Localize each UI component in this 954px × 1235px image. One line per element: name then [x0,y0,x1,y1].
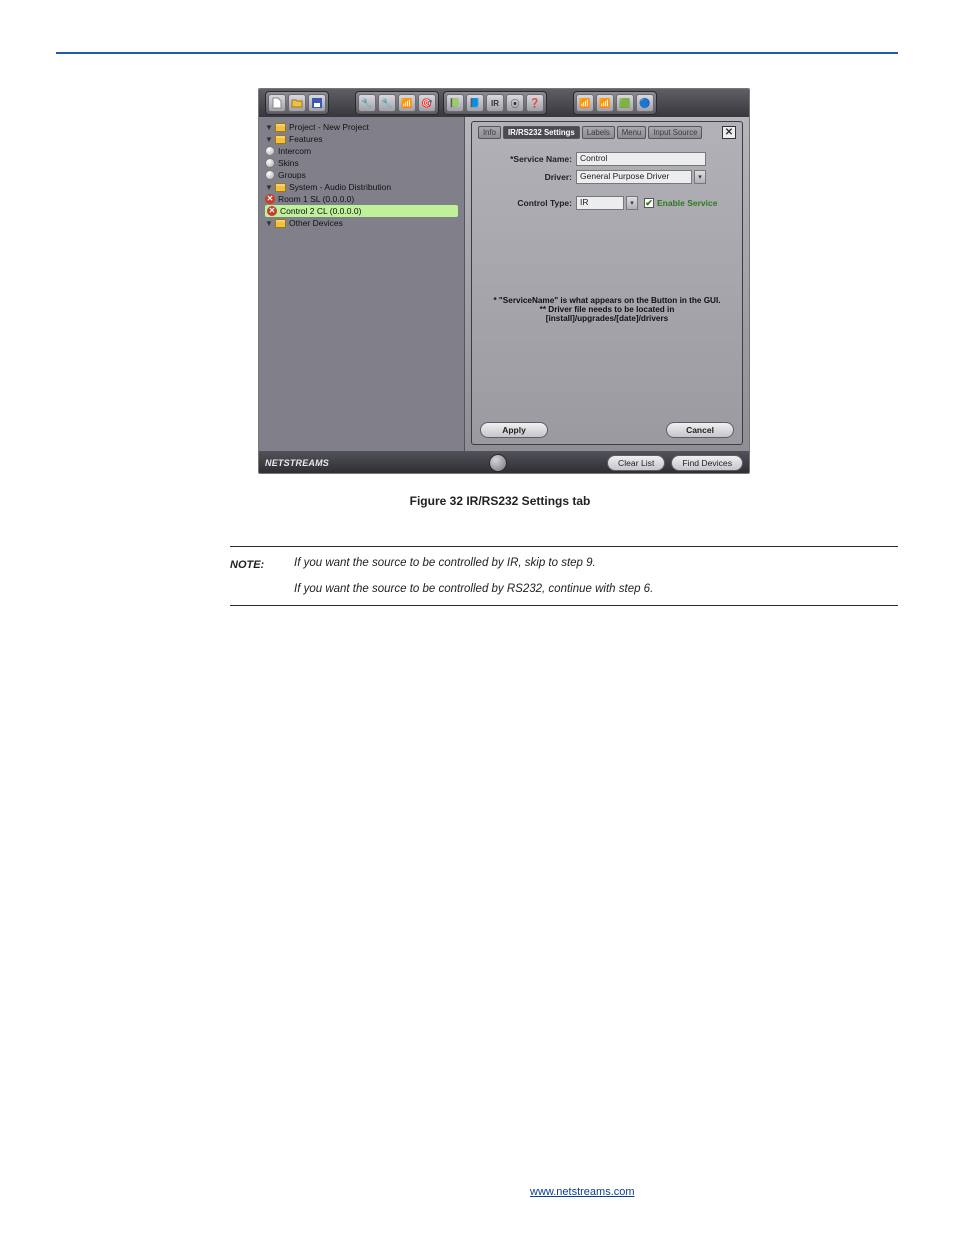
figure-caption: Figure 32 IR/RS232 Settings tab [230,494,770,508]
select-value: IR [576,196,624,210]
tool-icon[interactable]: 📶 [398,94,416,112]
form-row: *Service Name: Control [480,152,734,166]
tree-node[interactable]: ▼Project - New Project [265,121,458,133]
panel-tabs: Info IR/RS232 Settings Labels Menu Input… [478,126,736,139]
field-label: Control Type: [506,198,576,208]
tool-icon[interactable]: 📶 [576,94,594,112]
folder-icon [275,135,286,144]
tab-ir-rs232[interactable]: IR/RS232 Settings [503,126,580,139]
control-type-select[interactable]: IR ▾ [576,196,638,210]
folder-icon [275,183,286,192]
note-heading: NOTE: [230,557,294,595]
chevron-down-icon: ▾ [626,196,638,210]
tree-label: Project - New Project [289,122,369,132]
error-icon: ✕ [265,194,275,204]
tool-icon[interactable]: 🟩 [616,94,634,112]
form-row: Control Type: IR ▾ ✔ Enable Service [480,196,734,210]
error-icon: ✕ [267,206,277,216]
status-bar: NETSTREAMS Clear List Find Devices [259,451,749,474]
tree-label: Skins [278,158,299,168]
driver-select[interactable]: General Purpose Driver ▾ [576,170,706,184]
cancel-button[interactable]: Cancel [666,422,734,438]
panel-notes: * "ServiceName" is what appears on the B… [490,296,724,323]
chevron-down-icon: ▾ [694,170,706,184]
close-icon[interactable]: ✕ [722,126,736,139]
tree-label: Room 1 SL (0.0.0.0) [278,194,354,204]
tree-label: Features [289,134,323,144]
tree-label: Control 2 CL (0.0.0.0) [280,206,361,216]
header-rule [56,52,898,54]
checkbox-label: Enable Service [657,198,717,208]
tree-node-selected[interactable]: ✕Control 2 CL (0.0.0.0) [265,205,458,217]
apply-button[interactable]: Apply [480,422,548,438]
tree-label: Other Devices [289,218,343,228]
tab-labels[interactable]: Labels [582,126,615,139]
open-icon[interactable] [288,94,306,112]
tree-node[interactable]: ▼Other Devices [265,217,458,229]
note-line: If you want the source to be controlled … [294,583,892,595]
item-icon [265,158,275,168]
tool-icon[interactable]: 🔵 [636,94,654,112]
tab-input-source[interactable]: Input Source [648,126,702,139]
checkbox-checked-icon: ✔ [644,198,654,208]
ir-icon[interactable]: IR [486,94,504,112]
form-area: *Service Name: Control Driver: General P… [480,148,734,408]
tool-icon[interactable]: 🔧 [378,94,396,112]
tool-icon[interactable]: 📗 [446,94,464,112]
toolbar-group-c: 📶 📶 🟩 🔵 [573,91,657,115]
tree-label: System - Audio Distribution [289,182,391,192]
save-icon[interactable] [308,94,326,112]
footer-link[interactable]: www.netstreams.com [530,1186,635,1198]
tab-info[interactable]: Info [478,126,501,139]
tree-pane: ▼Project - New Project ▼Features Interco… [259,117,465,451]
tab-menu[interactable]: Menu [617,126,647,139]
tree-label: Intercom [278,146,311,156]
main-row: ▼Project - New Project ▼Features Interco… [259,117,749,451]
toolbar-group-file [265,91,329,115]
note-line: * "ServiceName" is what appears on the B… [490,296,724,305]
note-body: If you want the source to be controlled … [294,557,898,595]
tool-icon[interactable]: ⦿ [506,94,524,112]
right-pane: Info IR/RS232 Settings Labels Menu Input… [465,117,749,451]
tool-icon[interactable]: 📘 [466,94,484,112]
toolbar-group-a: 🔧 🔧 📶 🎯 [355,91,439,115]
settings-panel: Info IR/RS232 Settings Labels Menu Input… [471,121,743,445]
note-line: ** Driver file needs to be located in [i… [490,305,724,323]
tool-icon[interactable]: 📶 [596,94,614,112]
app-screenshot: 🔧 🔧 📶 🎯 📗 📘 IR ⦿ ❓ 📶 📶 🟩 🔵 ▼Project - Ne… [258,88,750,474]
folder-icon [275,219,286,228]
tree-node[interactable]: ✕Room 1 SL (0.0.0.0) [265,193,458,205]
statusbar-buttons: Clear List Find Devices [607,455,743,471]
form-row: Driver: General Purpose Driver ▾ [480,170,734,184]
enable-service-checkbox[interactable]: ✔ Enable Service [644,198,717,208]
clear-list-button[interactable]: Clear List [607,455,665,471]
tree-node[interactable]: ▼System - Audio Distribution [265,181,458,193]
new-icon[interactable] [268,94,286,112]
tree-label: Groups [278,170,306,180]
service-name-input[interactable]: Control [576,152,706,166]
item-icon [265,146,275,156]
field-label: Driver: [480,172,576,182]
note-line: If you want the source to be controlled … [294,557,892,569]
help-icon[interactable]: ❓ [526,94,544,112]
panel-action-row: Apply Cancel [480,422,734,438]
note-rule [230,605,898,606]
tree-node[interactable]: Skins [265,157,458,169]
folder-icon [275,123,286,132]
item-icon [265,170,275,180]
tool-icon[interactable]: 🔧 [358,94,376,112]
tree-node[interactable]: Groups [265,169,458,181]
tree-node[interactable]: ▼Features [265,133,458,145]
select-value: General Purpose Driver [576,170,692,184]
note-block: NOTE: If you want the source to be contr… [230,546,898,606]
coin-icon [489,454,507,472]
tool-icon[interactable]: 🎯 [418,94,436,112]
toolbar: 🔧 🔧 📶 🎯 📗 📘 IR ⦿ ❓ 📶 📶 🟩 🔵 [259,89,749,117]
field-label: *Service Name: [480,154,576,164]
find-devices-button[interactable]: Find Devices [671,455,743,471]
toolbar-group-b: 📗 📘 IR ⦿ ❓ [443,91,547,115]
brand-label: NETSTREAMS [265,458,329,468]
tree-node[interactable]: Intercom [265,145,458,157]
